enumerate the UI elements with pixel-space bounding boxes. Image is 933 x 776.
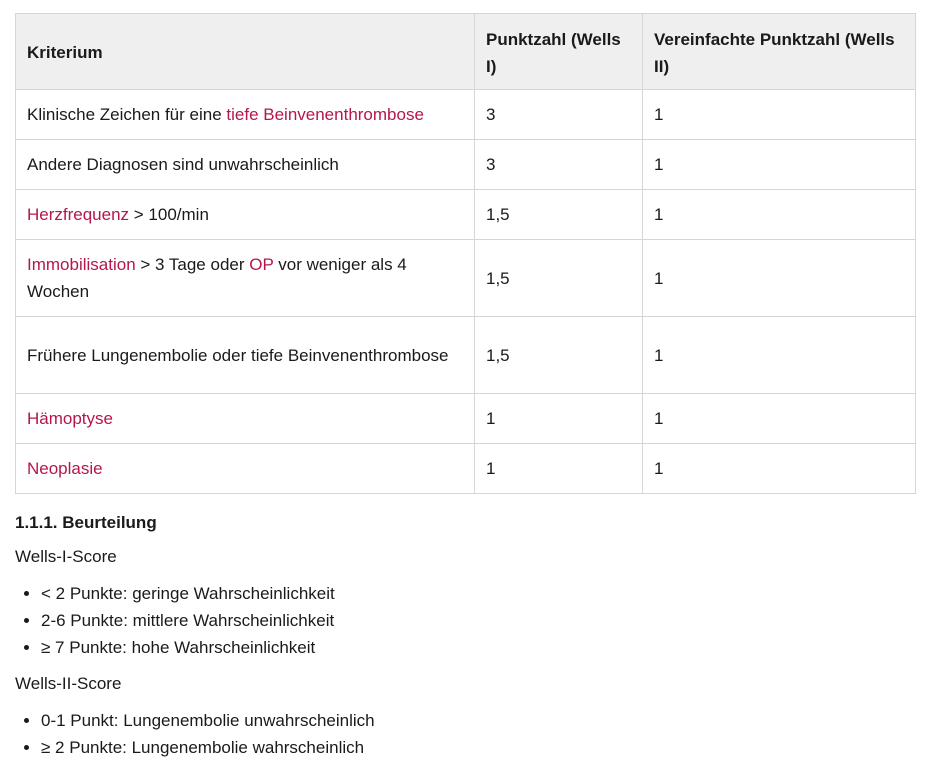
wells1-score-list: < 2 Punkte: geringe Wahrscheinlichkeit 2… [15, 580, 918, 661]
list-item: ≥ 2 Punkte: Lungenembolie wahrscheinlich [41, 734, 918, 761]
link-immobilisation[interactable]: Immobilisation [27, 255, 136, 274]
wells2-value: 1 [642, 443, 916, 494]
wells-score-table: Kriterium Punktzahl (Wells I) Vereinfach… [15, 13, 916, 494]
table-row: Hämoptyse 1 1 [15, 393, 916, 444]
table-header-row: Kriterium Punktzahl (Wells I) Vereinfach… [15, 13, 916, 90]
wells1-value: 3 [474, 139, 643, 190]
wells2-value: 1 [642, 139, 916, 190]
header-punktzahl-wells-2: Vereinfachte Punktzahl (Wells II) [642, 13, 916, 90]
section-heading-beurteilung: 1.1.1. Beurteilung [15, 513, 157, 532]
wells2-value: 1 [642, 393, 916, 444]
wells1-value: 1,5 [474, 316, 643, 394]
wells2-score-label: Wells-II-Score [15, 674, 122, 693]
list-item: < 2 Punkte: geringe Wahrscheinlichkeit [41, 580, 918, 607]
wells1-value: 1 [474, 443, 643, 494]
link-haemoptyse[interactable]: Hämoptyse [27, 409, 113, 428]
list-item: ≥ 7 Punkte: hohe Wahrscheinlichkeit [41, 634, 918, 661]
link-op[interactable]: OP [249, 255, 273, 274]
criterion-cell: Andere Diagnosen sind unwahrscheinlich [15, 139, 475, 190]
table-row: Herzfrequenz > 100/min 1,5 1 [15, 189, 916, 240]
wells2-value: 1 [642, 89, 916, 140]
page: Kriterium Punktzahl (Wells I) Vereinfach… [0, 0, 933, 761]
link-tiefe-beinvenenthrombose[interactable]: tiefe Beinvenenthrombose [226, 105, 424, 124]
wells1-value: 3 [474, 89, 643, 140]
table-row: Klinische Zeichen für eine tiefe Beinven… [15, 89, 916, 140]
header-punktzahl-wells-1: Punktzahl (Wells I) [474, 13, 643, 90]
table-row: Neoplasie 1 1 [15, 443, 916, 494]
table-row: Frühere Lungenembolie oder tiefe Beinven… [15, 316, 916, 394]
wells2-value: 1 [642, 316, 916, 394]
criterion-cell: Frühere Lungenembolie oder tiefe Beinven… [15, 316, 475, 394]
wells1-value: 1,5 [474, 189, 643, 240]
wells1-value: 1,5 [474, 239, 643, 317]
table-row: Immobilisation > 3 Tage oder OP vor weni… [15, 239, 916, 317]
wells2-value: 1 [642, 239, 916, 317]
criterion-cell: Neoplasie [15, 443, 475, 494]
link-herzfrequenz[interactable]: Herzfrequenz [27, 205, 129, 224]
criterion-cell: Herzfrequenz > 100/min [15, 189, 475, 240]
criterion-text: > 100/min [129, 205, 209, 224]
wells2-value: 1 [642, 189, 916, 240]
link-neoplasie[interactable]: Neoplasie [27, 459, 103, 478]
criterion-text: > 3 Tage oder [135, 255, 250, 274]
criterion-cell: Klinische Zeichen für eine tiefe Beinven… [15, 89, 475, 140]
header-kriterium: Kriterium [15, 13, 475, 90]
criterion-cell: Immobilisation > 3 Tage oder OP vor weni… [15, 239, 475, 317]
table-row: Andere Diagnosen sind unwahrscheinlich 3… [15, 139, 916, 190]
criterion-text: Klinische Zeichen für eine [27, 105, 227, 124]
wells2-score-list: 0-1 Punkt: Lungenembolie unwahrscheinlic… [15, 707, 918, 761]
list-item: 0-1 Punkt: Lungenembolie unwahrscheinlic… [41, 707, 918, 734]
criterion-cell: Hämoptyse [15, 393, 475, 444]
wells1-value: 1 [474, 393, 643, 444]
list-item: 2-6 Punkte: mittlere Wahrscheinlichkeit [41, 607, 918, 634]
wells1-score-label: Wells-I-Score [15, 547, 117, 566]
